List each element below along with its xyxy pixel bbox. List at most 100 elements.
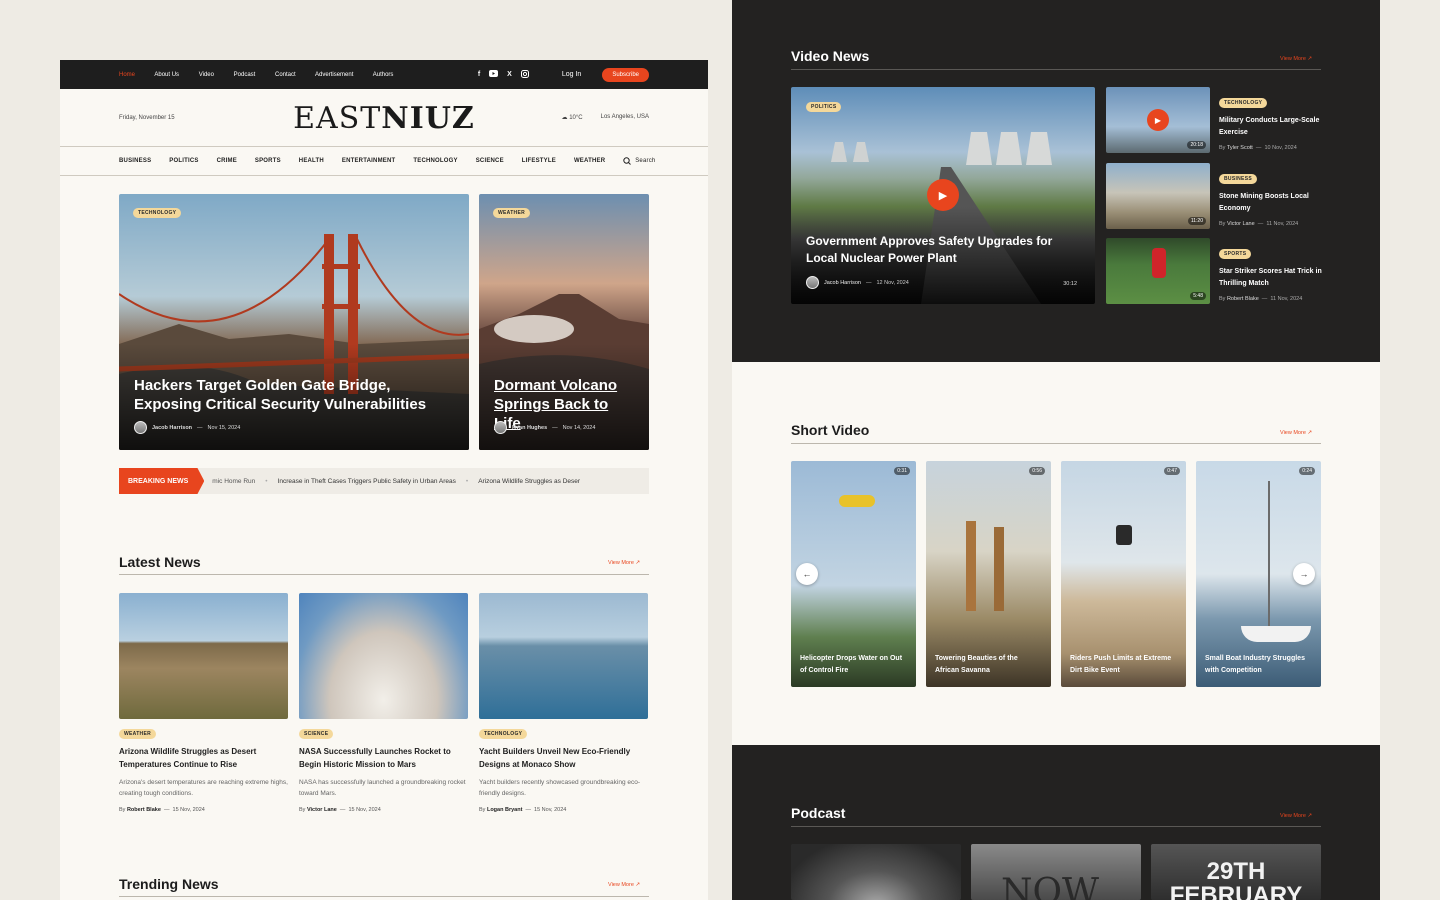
publish-date: Nov 15, 2024 [207, 424, 241, 431]
carousel-prev-button[interactable]: ← [796, 563, 818, 585]
top-nav-advertisement[interactable]: Advertisement [315, 72, 353, 78]
short-video-caption[interactable]: Towering Beauties of the African Savanna [935, 653, 1043, 677]
video-badge[interactable]: BUSINESS [1219, 174, 1257, 184]
author-name[interactable]: Robert Blake [127, 807, 161, 813]
card-badge[interactable]: WEATHER [119, 729, 157, 739]
login-link[interactable]: Log In [562, 71, 581, 78]
instagram-icon[interactable] [520, 69, 529, 80]
podcast-view-more[interactable]: View More ↗ [1280, 813, 1312, 819]
featured-video[interactable]: POLITICS ▶ Government Approves Safety Up… [791, 87, 1095, 304]
video-news-view-more[interactable]: View More ↗ [1280, 56, 1312, 62]
avatar [134, 421, 147, 434]
news-card[interactable]: TECHNOLOGY Yacht Builders Unveil New Eco… [479, 593, 648, 813]
cat-crime[interactable]: CRIME [217, 158, 237, 164]
card-image-yacht [479, 593, 648, 719]
divider [791, 443, 1321, 444]
hero-badge[interactable]: TECHNOLOGY [133, 208, 182, 218]
podcast-cover[interactable]: 29TH FEBRUARY [1151, 844, 1321, 900]
trending-view-more[interactable]: View More ↗ [608, 882, 640, 888]
card-image-desert [119, 593, 288, 719]
top-nav-podcast[interactable]: Podcast [234, 72, 256, 78]
short-video-caption[interactable]: Riders Push Limits at Extreme Dirt Bike … [1070, 653, 1178, 677]
latest-view-more[interactable]: View More ↗ [608, 560, 640, 566]
cat-technology[interactable]: TECHNOLOGY [413, 158, 457, 164]
featured-video-title[interactable]: Government Approves Safety Upgrades for … [806, 233, 1076, 267]
top-nav-contact[interactable]: Contact [275, 72, 296, 78]
video-list-item[interactable]: 11:20 BUSINESS Stone Mining Boosts Local… [1106, 163, 1321, 229]
author-name[interactable]: Victor Lane [1227, 221, 1255, 227]
news-card[interactable]: SCIENCE NASA Successfully Launches Rocke… [299, 593, 468, 813]
x-icon[interactable]: X [507, 71, 512, 78]
carousel-next-button[interactable]: → [1293, 563, 1315, 585]
cat-weather[interactable]: WEATHER [574, 158, 605, 164]
short-video-caption[interactable]: Helicopter Drops Water on Out of Control… [800, 653, 908, 677]
site-logo[interactable]: EASTNIUZ [60, 101, 708, 136]
facebook-icon[interactable]: f [478, 71, 480, 78]
thumb-military: ▶ 20:18 [1106, 87, 1210, 153]
author-name[interactable]: Tyler Scott [1227, 145, 1253, 151]
video-badge[interactable]: TECHNOLOGY [1219, 98, 1268, 108]
cat-sports[interactable]: SPORTS [255, 158, 281, 164]
card-title[interactable]: Arizona Wildlife Struggles as Desert Tem… [119, 745, 288, 771]
top-nav-about[interactable]: About Us [154, 72, 179, 78]
arrow-right-icon: → [1299, 569, 1309, 579]
video-list-item[interactable]: ▶ 20:18 TECHNOLOGY Military Conducts Lar… [1106, 87, 1321, 153]
subscribe-button[interactable]: Subscribe [602, 67, 649, 82]
card-badge[interactable]: SCIENCE [299, 729, 334, 739]
card-title[interactable]: Yacht Builders Unveil New Eco-Friendly D… [479, 745, 648, 771]
thumb-mining: 11:20 [1106, 163, 1210, 229]
ticker-item[interactable]: Increase in Theft Cases Triggers Public … [278, 478, 456, 485]
author-name[interactable]: Robert Blake [1227, 296, 1259, 302]
video-title[interactable]: Stone Mining Boosts Local Economy [1219, 191, 1323, 215]
video-list-item[interactable]: 5:48 SPORTS Star Striker Scores Hat Tric… [1106, 238, 1323, 304]
video-badge[interactable]: POLITICS [806, 102, 842, 112]
video-title[interactable]: Military Conducts Large-Scale Exercise [1219, 115, 1323, 139]
video-title[interactable]: Star Striker Scores Hat Trick in Thrilli… [1219, 266, 1323, 290]
giraffe-figure [966, 521, 976, 611]
cat-entertainment[interactable]: ENTERTAINMENT [342, 158, 396, 164]
play-icon[interactable]: ▶ [1147, 109, 1169, 131]
youtube-icon[interactable] [489, 70, 499, 79]
ticker-item[interactable]: Arizona Wildlife Struggles as Deser [478, 478, 580, 485]
by-label: By [479, 807, 486, 813]
cat-business[interactable]: BUSINESS [119, 158, 151, 164]
hero-story-main[interactable]: TECHNOLOGY Hackers Target Golden Gate Br… [119, 194, 469, 450]
card-excerpt: NASA has successfully launched a groundb… [299, 779, 466, 797]
author-name[interactable]: Ryan Hughes [512, 425, 547, 431]
publish-date: 15 Nov, 2024 [348, 807, 381, 813]
author-name[interactable]: Jacob Harrison [824, 280, 861, 286]
video-news-section: Video News View More ↗ POLITICS ▶ Govern… [732, 0, 1380, 362]
short-video-card[interactable]: 0:47 Riders Push Limits at Extreme Dirt … [1061, 461, 1186, 687]
video-badge[interactable]: SPORTS [1219, 249, 1252, 259]
author-name[interactable]: Victor Lane [307, 807, 337, 813]
podcast-cover[interactable]: NOW [971, 844, 1141, 900]
author-name[interactable]: Logan Bryant [487, 807, 522, 813]
short-video-card[interactable]: 0:56 Towering Beauties of the African Sa… [926, 461, 1051, 687]
video-duration: 11:20 [1187, 217, 1206, 225]
top-nav-home[interactable]: Home [119, 72, 135, 78]
hero-badge[interactable]: WEATHER [493, 208, 531, 218]
play-icon[interactable]: ▶ [927, 179, 959, 211]
cat-health[interactable]: HEALTH [299, 158, 324, 164]
author-name[interactable]: Jacob Harrison [152, 425, 192, 431]
cat-politics[interactable]: POLITICS [169, 158, 198, 164]
video-duration: 0:31 [894, 467, 910, 475]
search-button[interactable]: Search [623, 157, 673, 165]
cat-lifestyle[interactable]: LIFESTYLE [522, 158, 556, 164]
short-video-caption[interactable]: Small Boat Industry Struggles with Compe… [1205, 653, 1313, 677]
short-video-view-more[interactable]: View More ↗ [1280, 430, 1312, 436]
hero-story-secondary[interactable]: WEATHER Dormant Volcano Springs Back to … [479, 194, 649, 450]
hero-headline[interactable]: Hackers Target Golden Gate Bridge, Expos… [134, 376, 449, 414]
card-byline: By Logan Bryant — 15 Nov, 2024 [479, 807, 567, 813]
cat-science[interactable]: SCIENCE [476, 158, 504, 164]
card-title[interactable]: NASA Successfully Launches Rocket to Beg… [299, 745, 468, 771]
ticker-item[interactable]: mic Home Run [212, 478, 255, 485]
top-nav-video[interactable]: Video [199, 72, 214, 78]
video-news-title: Video News [791, 48, 870, 64]
card-badge[interactable]: TECHNOLOGY [479, 729, 528, 739]
podcast-cover[interactable] [791, 844, 961, 900]
news-card[interactable]: WEATHER Arizona Wildlife Struggles as De… [119, 593, 288, 813]
social-links: f X Log In Subscribe [478, 67, 649, 82]
top-nav-authors[interactable]: Authors [373, 72, 394, 78]
video-duration: 0:47 [1164, 467, 1180, 475]
